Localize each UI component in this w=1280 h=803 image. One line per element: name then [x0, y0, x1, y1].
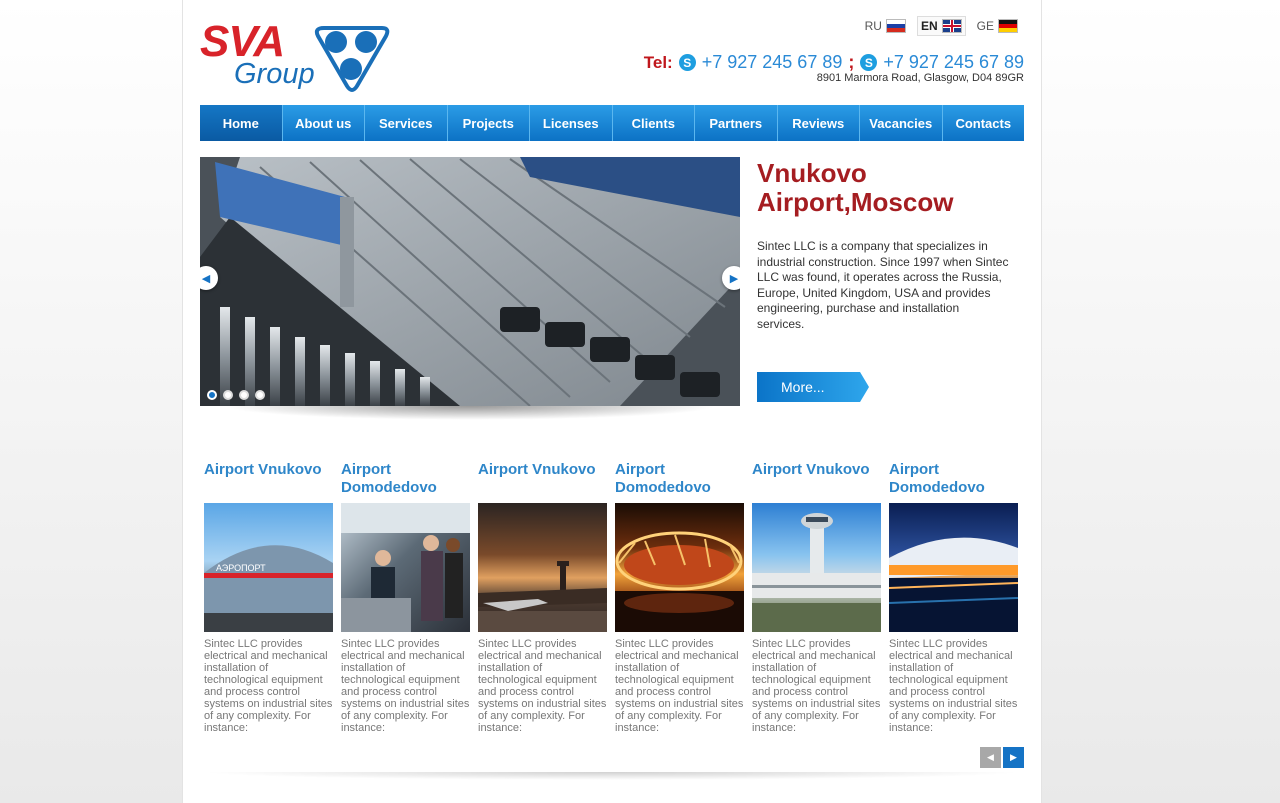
logo-text-sub: Group	[234, 58, 315, 90]
card-text: Sintec LLC provides electrical and mecha…	[752, 638, 881, 734]
projects-carousel: Airport Vnukovo АЭРОПОРТ Sintec LLC prov…	[204, 461, 1018, 734]
project-card: Airport Domodedovo Sintec LLC provides e…	[341, 461, 470, 734]
slider-dot[interactable]	[239, 390, 249, 400]
card-title[interactable]: Airport Vnukovo	[204, 461, 333, 497]
project-card: Airport Domodedovo Sintec LLC provides e…	[889, 461, 1018, 734]
card-image[interactable]: АЭРОПОРТ	[204, 503, 333, 632]
slider-dot[interactable]	[255, 390, 265, 400]
project-card: Airport Domodedovo Sintec LLC provides e…	[615, 461, 744, 734]
more-button[interactable]: More...	[757, 372, 869, 402]
page-container: SVA Group RU EN GE Tel: S +7 927 245 67 …	[183, 0, 1041, 803]
card-image[interactable]	[478, 503, 607, 632]
language-switcher: RU EN GE	[862, 16, 1021, 36]
lang-en[interactable]: EN	[916, 16, 966, 36]
card-image[interactable]	[752, 503, 881, 632]
project-card: Airport Vnukovo Sintec LLC provides elec…	[478, 461, 607, 734]
project-card: Airport Vnukovo АЭРОПОРТ Sintec LLC prov…	[204, 461, 333, 734]
nav-licenses[interactable]: Licenses	[530, 105, 613, 141]
slider-dot[interactable]	[207, 390, 217, 400]
featured-description: Sintec LLC is a company that specializes…	[757, 239, 1009, 331]
uk-flag-icon	[941, 19, 962, 33]
featured-title: Vnukovo Airport,Moscow	[757, 158, 954, 217]
image-slider[interactable]: ◀ ▶	[200, 157, 740, 406]
card-text: Sintec LLC provides electrical and mecha…	[889, 638, 1018, 734]
phone-number-2[interactable]: +7 927 245 67 89	[883, 52, 1024, 73]
card-image[interactable]	[889, 503, 1018, 632]
slide-image-conveyor	[200, 157, 740, 406]
lang-ge-label: GE	[976, 19, 994, 33]
card-text: Sintec LLC provides electrical and mecha…	[478, 638, 607, 734]
card-title[interactable]: Airport Vnukovo	[752, 461, 881, 497]
card-text: Sintec LLC provides electrical and mecha…	[204, 638, 333, 734]
slider-dot[interactable]	[223, 390, 233, 400]
card-title[interactable]: Airport Domodedovo	[889, 461, 1018, 497]
nav-reviews[interactable]: Reviews	[778, 105, 860, 141]
skype-icon[interactable]: S	[678, 54, 696, 71]
logo-triangle-icon	[314, 26, 390, 92]
card-text: Sintec LLC provides electrical and mecha…	[341, 638, 470, 734]
main-nav: Home About us Services Projects Licenses…	[200, 105, 1024, 141]
svg-text:АЭРОПОРТ: АЭРОПОРТ	[216, 563, 266, 573]
card-title[interactable]: Airport Vnukovo	[478, 461, 607, 497]
lang-ru[interactable]: RU	[862, 16, 909, 36]
skype-icon[interactable]: S	[860, 54, 878, 71]
tel-label: Tel:	[643, 52, 673, 72]
nav-about-us[interactable]: About us	[283, 105, 365, 141]
card-image[interactable]	[615, 503, 744, 632]
card-text: Sintec LLC provides electrical and mecha…	[615, 638, 744, 734]
phone-line: Tel: S +7 927 245 67 89; S +7 927 245 67…	[644, 52, 1024, 73]
arrow-left-icon[interactable]: ◀	[980, 747, 1001, 768]
nav-vacancies[interactable]: Vacancies	[860, 105, 943, 141]
slider-dots	[207, 390, 265, 400]
nav-contacts[interactable]: Contacts	[943, 105, 1025, 141]
arrow-right-icon[interactable]: ▶	[1003, 747, 1024, 768]
project-card: Airport Vnukovo Sintec LLC provides elec…	[752, 461, 881, 734]
lang-en-label: EN	[920, 19, 938, 33]
card-title[interactable]: Airport Domodedovo	[341, 461, 470, 497]
nav-clients[interactable]: Clients	[613, 105, 695, 141]
russia-flag-icon	[885, 19, 906, 33]
nav-projects[interactable]: Projects	[448, 105, 530, 141]
address: 8901 Marmora Road, Glasgow, D04 89GR	[816, 72, 1024, 84]
phone-separator: ;	[848, 52, 855, 72]
bottom-divider	[200, 772, 1024, 780]
phone-number-1[interactable]: +7 927 245 67 89	[702, 52, 843, 73]
card-image[interactable]	[341, 503, 470, 632]
slider-shadow	[223, 406, 717, 420]
nav-partners[interactable]: Partners	[695, 105, 778, 141]
nav-home[interactable]: Home	[200, 105, 283, 141]
germany-flag-icon	[998, 19, 1018, 33]
card-title[interactable]: Airport Domodedovo	[615, 461, 744, 497]
lang-ge[interactable]: GE	[974, 16, 1021, 36]
lang-ru-label: RU	[864, 19, 882, 33]
nav-services[interactable]: Services	[365, 105, 448, 141]
carousel-pager: ◀ ▶	[980, 747, 1024, 768]
slider-next-icon[interactable]: ▶	[722, 266, 740, 290]
logo[interactable]: SVA Group	[200, 20, 390, 96]
